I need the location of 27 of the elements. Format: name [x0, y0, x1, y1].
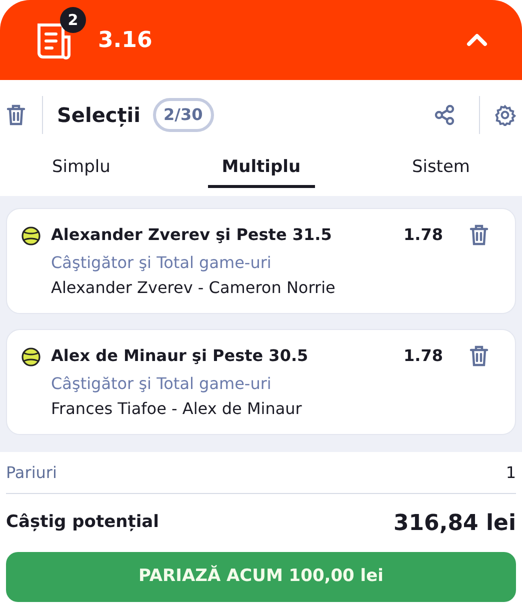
chevron-up-icon[interactable] — [466, 33, 488, 47]
potential-win-value: 316,84 lei — [393, 510, 516, 538]
total-odds: 3.16 — [98, 26, 152, 54]
bet-type-tab[interactable]: Simplu — [48, 150, 114, 188]
count-badge: 2 — [60, 7, 86, 33]
selection-odds: 1.78 — [404, 224, 443, 246]
bet-type-tab[interactable]: Multiplu — [208, 150, 315, 188]
share-icon[interactable] — [434, 104, 456, 126]
selection-pick: Alex de Minaur şi Peste 30.5 — [51, 345, 310, 367]
bets-value: 1 — [506, 462, 516, 484]
selection-odds: 1.78 — [404, 345, 443, 367]
bets-label: Pariuri — [6, 462, 57, 484]
tennis-ball-icon — [21, 226, 41, 246]
tennis-ball-icon — [21, 347, 41, 367]
selections-title: Selecții — [57, 102, 141, 129]
trash-icon[interactable] — [6, 104, 26, 126]
potential-win-label: Câștig potențial — [6, 511, 159, 534]
selection-pick: Alexander Zverev şi Peste 31.5 — [51, 224, 333, 246]
event-name: Alexander Zverev - Cameron Norrie — [51, 277, 336, 299]
trash-icon[interactable] — [469, 224, 489, 246]
market-name: Câştigător şi Total game-uri — [51, 373, 272, 395]
bet-type-tab[interactable]: Sistem — [408, 150, 474, 188]
event-name: Frances Tiafoe - Alex de Minaur — [51, 398, 303, 420]
settings-icon[interactable] — [494, 104, 516, 126]
selection-count-badge: 2/30 — [152, 98, 214, 132]
trash-icon[interactable] — [469, 345, 489, 367]
market-name: Câştigător şi Total game-uri — [51, 252, 272, 274]
